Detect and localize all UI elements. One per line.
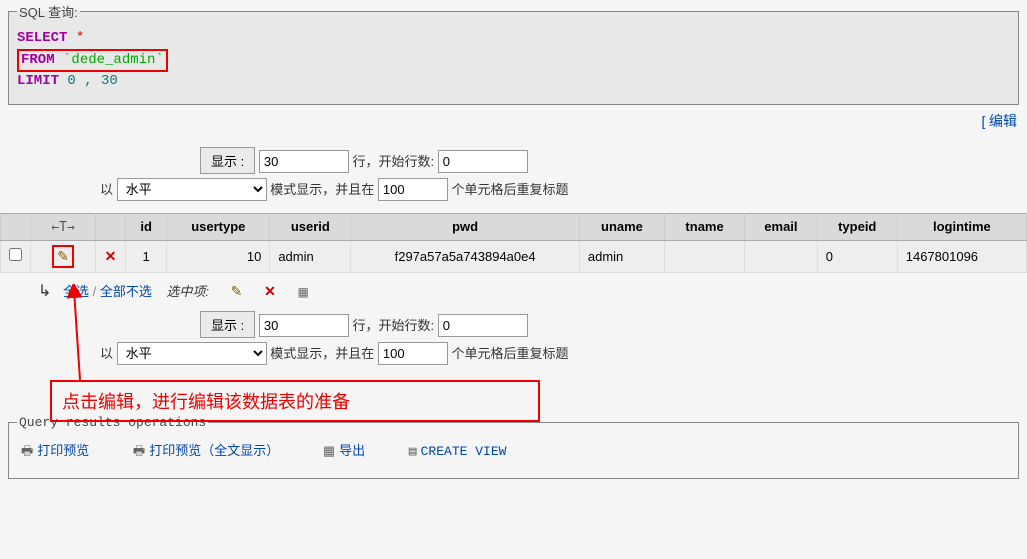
view-icon: ▤	[409, 444, 417, 459]
cell-typeid: 0	[817, 240, 897, 272]
sql-keyword-select: SELECT	[17, 30, 67, 46]
export-icon: ▦	[323, 443, 335, 458]
col-pwd[interactable]: pwd	[351, 213, 580, 240]
sql-content: SELECT * FROM `dede_admin` LIMIT 0 , 30	[17, 25, 1010, 96]
bulk-export-icon[interactable]: ▦	[297, 285, 308, 299]
table-row: ✎ ✕ 1 10 admin f297a57a5a743894a0e4 admi…	[1, 240, 1027, 272]
col-usertype[interactable]: usertype	[167, 213, 270, 240]
export-link[interactable]: ▦导出	[323, 440, 365, 459]
cell-id: 1	[126, 240, 167, 272]
rows-label-bottom: 行，开始行数:	[352, 318, 434, 333]
sql-keyword-from: FROM	[21, 52, 55, 68]
results-table: ←T→ id usertype userid pwd uname tname e…	[0, 213, 1027, 273]
sql-table-name: `dede_admin`	[63, 52, 164, 68]
row-checkbox[interactable]	[9, 248, 22, 261]
edit-row-highlight: ✎	[52, 245, 74, 268]
edit-bracket: [	[981, 113, 985, 129]
start-input-top[interactable]	[438, 150, 528, 173]
show-button-top[interactable]: 显示 :	[200, 147, 255, 174]
mode-label-top: 模式显示，并且在	[270, 182, 374, 197]
col-id[interactable]: id	[126, 213, 167, 240]
header-row: ←T→ id usertype userid pwd uname tname e…	[1, 213, 1027, 240]
rows-input-bottom[interactable]	[259, 314, 349, 337]
cell-tname	[665, 240, 745, 272]
bulk-actions-row: ↳ 全选 / 全部不选 选中项: ✎ ✕ ▦	[0, 277, 1027, 305]
rows-input-top[interactable]	[259, 150, 349, 173]
controls-bottom: 显示 : 行，开始行数: 以 水平 模式显示，并且在 个单元格后重复标题	[0, 305, 1027, 373]
cell-logintime: 1467801096	[897, 240, 1026, 272]
col-tname[interactable]: tname	[665, 213, 745, 240]
cell-userid: admin	[270, 240, 351, 272]
create-view-link[interactable]: ▤CREATE VIEW	[409, 444, 507, 459]
edit-sql-link[interactable]: 编辑	[989, 113, 1017, 129]
repeat-input-bottom[interactable]	[378, 342, 448, 365]
mode-label-bottom: 模式显示，并且在	[270, 346, 374, 361]
delete-icon[interactable]: ✕	[105, 248, 117, 264]
sort-handle[interactable]: ←T→	[51, 220, 74, 235]
rows-label-top: 行，开始行数:	[352, 154, 434, 169]
print-icon: 🖶	[21, 443, 33, 458]
sql-star: *	[76, 30, 84, 46]
cell-pwd: f297a57a5a743894a0e4	[351, 240, 580, 272]
bulk-delete-icon[interactable]: ✕	[264, 283, 276, 299]
col-logintime[interactable]: logintime	[897, 213, 1026, 240]
sql-from-highlight-box: FROM `dede_admin`	[17, 49, 168, 73]
col-userid[interactable]: userid	[270, 213, 351, 240]
print-preview-link[interactable]: 🖶打印预览	[21, 440, 89, 464]
by-label-top: 以	[100, 182, 113, 197]
by-label-bottom: 以	[100, 346, 113, 361]
col-typeid[interactable]: typeid	[817, 213, 897, 240]
show-button-bottom[interactable]: 显示 :	[200, 311, 255, 338]
sql-query-box: SQL 查询: SELECT * FROM `dede_admin` LIMIT…	[8, 2, 1019, 105]
query-results-ops-box: Query results operations 🖶打印预览 🖶打印预览（全文显…	[8, 415, 1019, 479]
repeat-input-top[interactable]	[378, 178, 448, 201]
col-email[interactable]: email	[745, 213, 818, 240]
select-all-link[interactable]: 全选	[63, 284, 89, 299]
selected-label: 选中项:	[166, 284, 209, 299]
deselect-all-link[interactable]: 全部不选	[100, 284, 152, 299]
arrow-up-icon: ↳	[38, 283, 51, 300]
cell-uname: admin	[579, 240, 664, 272]
pencil-icon[interactable]: ✎	[57, 248, 69, 264]
edit-link-row: [ 编辑	[0, 107, 1027, 135]
sql-keyword-limit: LIMIT	[17, 73, 59, 89]
mode-select-top[interactable]: 水平	[117, 178, 267, 201]
print-icon: 🖶	[133, 443, 145, 458]
annotation-callout: 点击编辑，进行编辑该数据表的准备	[50, 380, 540, 422]
start-input-bottom[interactable]	[438, 314, 528, 337]
repeat-label-bottom: 个单元格后重复标题	[452, 346, 569, 361]
mode-select-bottom[interactable]: 水平	[117, 342, 267, 365]
sql-query-legend: SQL 查询:	[17, 2, 80, 21]
sql-limit-values: 0 , 30	[67, 73, 117, 89]
cell-usertype: 10	[167, 240, 270, 272]
print-preview-full-link[interactable]: 🖶打印预览（全文显示）	[133, 440, 279, 464]
col-uname[interactable]: uname	[579, 213, 664, 240]
repeat-label-top: 个单元格后重复标题	[452, 182, 569, 197]
controls-top: 显示 : 行，开始行数: 以 水平 模式显示，并且在 个单元格后重复标题	[0, 135, 1027, 209]
cell-email	[745, 240, 818, 272]
bulk-edit-icon[interactable]: ✎	[231, 283, 243, 299]
